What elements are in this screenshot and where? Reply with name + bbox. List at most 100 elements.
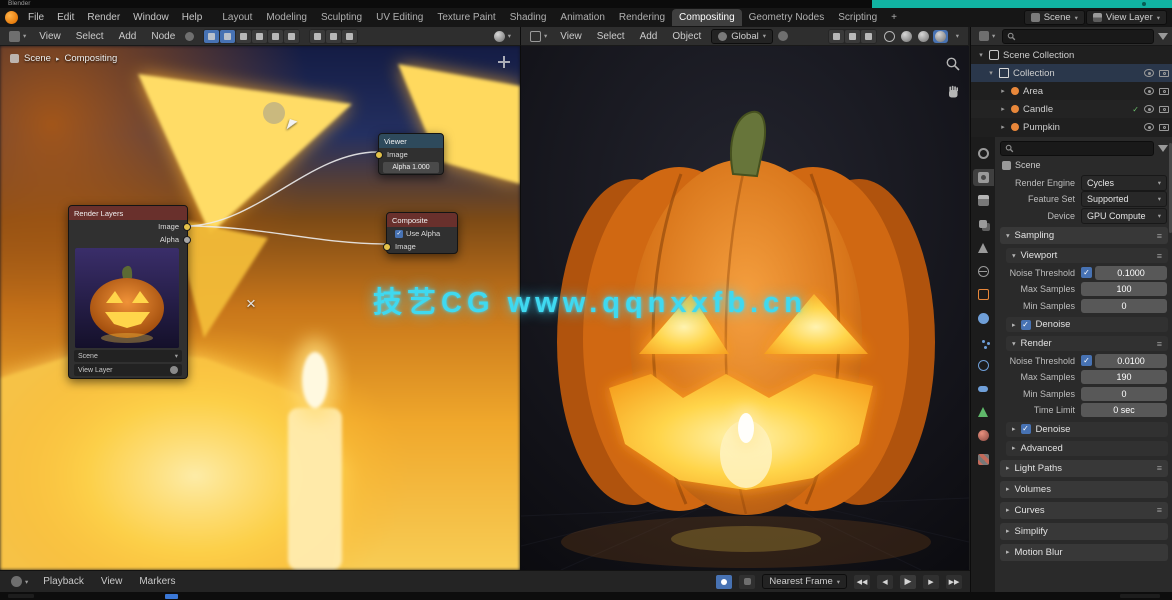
workspace-tab-layout[interactable]: Layout	[215, 9, 259, 26]
disclosure-icon[interactable]: ▸	[999, 87, 1007, 95]
feature-set-select[interactable]: Supported	[1081, 191, 1167, 207]
pan-hand-icon[interactable]	[945, 84, 961, 100]
shading-material-button[interactable]	[916, 30, 931, 43]
workspace-tab-geometry-nodes[interactable]: Geometry Nodes	[742, 9, 832, 26]
editor-corner-handle[interactable]	[498, 56, 510, 68]
backdrop-channels-button[interactable]	[491, 30, 514, 43]
render-denoise-header[interactable]: Denoise	[1006, 422, 1168, 437]
outliner-row-collection[interactable]: ▾ Collection	[971, 64, 1172, 82]
tab-tool[interactable]	[973, 145, 994, 162]
workspace-tab-rendering[interactable]: Rendering	[612, 9, 672, 26]
tab-modifiers[interactable]	[973, 310, 994, 327]
transform-orientation-select[interactable]: Global	[711, 29, 773, 44]
tab-render[interactable]	[973, 169, 994, 186]
outliner-row-pumpkin[interactable]: ▸ Pumpkin	[971, 118, 1172, 136]
workspace-tab-modeling[interactable]: Modeling	[259, 9, 314, 26]
viewport-menu-add[interactable]: Add	[635, 29, 663, 44]
panel-menu-icon[interactable]	[1157, 339, 1162, 349]
previous-frame-button[interactable]: ◀	[877, 575, 893, 589]
show-gizmo-toggle[interactable]	[829, 30, 844, 43]
noise-threshold-field[interactable]: 0.0100	[1095, 354, 1167, 368]
outliner-row-candle[interactable]: ▸ Candle	[971, 100, 1172, 118]
editor-type-button[interactable]	[6, 30, 29, 43]
outliner-row-scene-collection[interactable]: ▾ Scene Collection	[971, 46, 1172, 64]
workspace-tab-sculpting[interactable]: Sculpting	[314, 9, 369, 26]
blender-logo-icon[interactable]	[5, 11, 18, 24]
time-limit-field[interactable]: 0 sec	[1081, 403, 1167, 417]
filter-icon[interactable]	[1158, 145, 1168, 152]
use-nodes-toggle[interactable]	[204, 30, 219, 43]
add-workspace-button[interactable]: +	[884, 9, 904, 26]
sampling-panel-header[interactable]: Sampling	[1000, 227, 1168, 244]
fit-backdrop-button[interactable]	[342, 30, 357, 43]
compositor-menu-node[interactable]: Node	[146, 29, 180, 44]
editor-type-button[interactable]	[8, 575, 31, 588]
outliner-row-area[interactable]: ▸ Area	[971, 82, 1172, 100]
jump-to-end-button[interactable]: ▶▶	[946, 575, 962, 589]
shading-wireframe-button[interactable]	[882, 30, 897, 43]
scene-select[interactable]: Scene	[74, 350, 182, 362]
use-alpha-row[interactable]: Use Alpha	[387, 227, 457, 240]
compositor-menu-add[interactable]: Add	[114, 29, 142, 44]
render-subpanel-header[interactable]: Render	[1006, 336, 1168, 351]
menu-render[interactable]: Render	[81, 10, 126, 25]
viewport-menu-object[interactable]: Object	[667, 29, 706, 44]
compositor-menu-select[interactable]: Select	[71, 29, 109, 44]
zoom-out-button[interactable]	[326, 30, 341, 43]
noise-threshold-field[interactable]: 0.1000	[1095, 266, 1167, 280]
motion-blur-panel-header[interactable]: Motion Blur	[1000, 544, 1168, 561]
workspace-tab-compositing[interactable]: Compositing	[672, 9, 742, 26]
workspace-tab-texture-paint[interactable]: Texture Paint	[430, 9, 502, 26]
tab-object-data[interactable]	[973, 404, 994, 421]
render-visibility-icon[interactable]	[1159, 124, 1169, 131]
shading-rendered-button[interactable]	[933, 30, 948, 43]
shading-solid-button[interactable]	[899, 30, 914, 43]
viewport-menu-select[interactable]: Select	[592, 29, 630, 44]
render-visibility-icon[interactable]	[1159, 88, 1169, 95]
editor-type-button[interactable]	[976, 30, 998, 42]
show-overlays-toggle[interactable]	[845, 30, 860, 43]
tab-world[interactable]	[973, 263, 994, 280]
tab-object[interactable]	[973, 286, 994, 303]
backdrop-toggle[interactable]	[220, 30, 235, 43]
shading-options-button[interactable]	[953, 31, 962, 41]
render-visibility-icon[interactable]	[1159, 106, 1169, 113]
node-output-image[interactable]: Image	[69, 220, 187, 233]
editor-type-button[interactable]	[527, 30, 550, 43]
hide-eye-icon[interactable]	[1144, 105, 1154, 113]
viewport-subpanel-header[interactable]: Viewport	[1006, 248, 1168, 263]
max-samples-field[interactable]: 100	[1081, 282, 1167, 296]
workspace-tab-animation[interactable]: Animation	[553, 9, 611, 26]
view-layer-select[interactable]: View Layer	[74, 364, 182, 376]
properties-search-input[interactable]	[1000, 141, 1154, 156]
render-layers-node[interactable]: Render Layers Image Alpha	[68, 205, 188, 379]
menu-file[interactable]: File	[22, 10, 50, 25]
play-button[interactable]: ▶	[900, 575, 916, 589]
node-header[interactable]: Composite	[387, 213, 457, 227]
advanced-header[interactable]: Advanced	[1006, 441, 1168, 456]
snap-magnet-icon[interactable]	[778, 31, 788, 41]
options-toggle[interactable]	[284, 30, 299, 43]
workspace-tab-scripting[interactable]: Scripting	[831, 9, 884, 26]
viewport-denoise-header[interactable]: Denoise	[1006, 317, 1168, 332]
hide-eye-icon[interactable]	[1144, 123, 1154, 131]
tab-output[interactable]	[973, 192, 994, 209]
socket-image-icon[interactable]	[383, 243, 391, 251]
snapping-toggle[interactable]	[236, 30, 251, 43]
next-frame-button[interactable]: ▶	[923, 575, 939, 589]
socket-image-icon[interactable]	[183, 223, 191, 231]
noise-threshold-checkbox[interactable]	[1081, 355, 1092, 366]
tab-texture[interactable]	[973, 451, 994, 468]
alpha-slider[interactable]: Alpha 1.000	[383, 162, 439, 173]
tab-physics[interactable]	[973, 357, 994, 374]
socket-image-icon[interactable]	[375, 151, 383, 159]
sync-mode-select[interactable]: Nearest Frame	[762, 574, 847, 589]
node-header[interactable]: Viewer	[379, 134, 443, 148]
disclosure-icon[interactable]: ▸	[999, 105, 1007, 113]
panel-menu-icon[interactable]	[1157, 463, 1162, 473]
menu-edit[interactable]: Edit	[51, 10, 80, 25]
panel-menu-icon[interactable]	[1157, 251, 1162, 261]
socket-alpha-icon[interactable]	[183, 236, 191, 244]
checkbox-checked-icon[interactable]	[395, 230, 403, 238]
timeline-menu-markers[interactable]: Markers	[134, 574, 180, 589]
